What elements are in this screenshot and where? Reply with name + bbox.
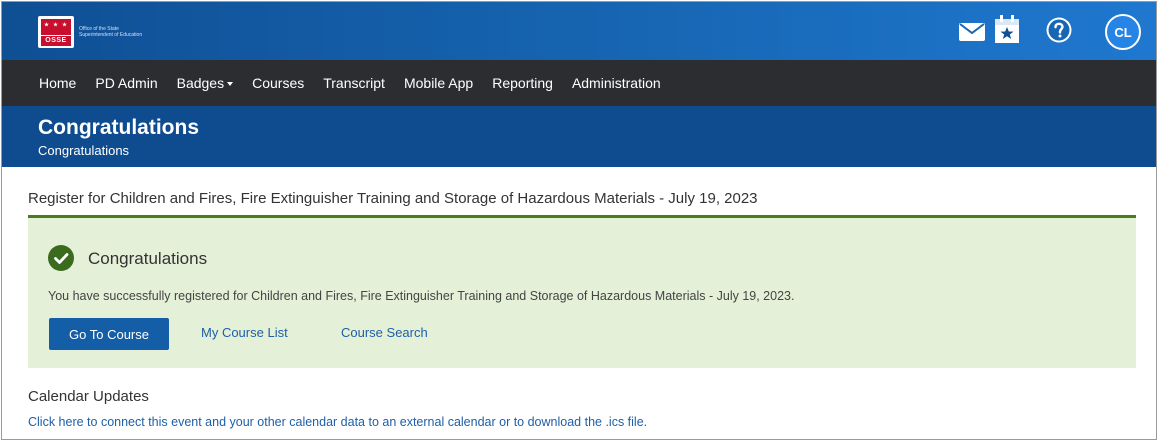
nav-courses[interactable]: Courses — [252, 75, 304, 91]
go-to-course-button[interactable]: Go To Course — [49, 318, 169, 350]
breadcrumb: Congratulations — [38, 143, 130, 158]
calendar-updates-heading: Calendar Updates — [28, 388, 149, 405]
nav-transcript[interactable]: Transcript — [323, 75, 385, 91]
top-bar: OSSE Office of the State Superintendent … — [2, 2, 1156, 60]
nav-mobile-app[interactable]: Mobile App — [404, 75, 473, 91]
calendar-connect-link[interactable]: Click here to connect this event and you… — [28, 415, 647, 429]
help-icon[interactable] — [1046, 17, 1072, 43]
nav-pd-admin[interactable]: PD Admin — [95, 75, 157, 91]
success-panel: Congratulations You have successfully re… — [28, 218, 1136, 368]
calendar-star-icon[interactable] — [995, 15, 1019, 43]
mail-icon[interactable] — [959, 23, 985, 41]
page-title: Congratulations — [38, 116, 199, 139]
nav-badges-label: Badges — [176, 75, 225, 91]
success-title: Congratulations — [88, 249, 208, 268]
logo-text: Office of the State Superintendent of Ed… — [79, 26, 143, 38]
register-title: Register for Children and Fires, Fire Ex… — [28, 190, 758, 207]
chevron-down-icon — [227, 82, 234, 87]
nav-reporting[interactable]: Reporting — [492, 75, 553, 91]
logo-mark: OSSE — [38, 16, 74, 48]
check-circle-icon — [48, 245, 74, 271]
page-header: Congratulations Congratulations — [2, 106, 1156, 167]
osse-logo[interactable]: OSSE Office of the State Superintendent … — [38, 16, 149, 48]
nav-administration[interactable]: Administration — [572, 75, 661, 91]
logo-word: OSSE — [41, 36, 71, 46]
nav-badges[interactable]: Badges — [176, 75, 234, 91]
flag-graphic — [41, 19, 71, 35]
nav-home[interactable]: Home — [39, 75, 76, 91]
my-course-list-link[interactable]: My Course List — [201, 325, 288, 340]
main-nav: Home PD Admin Badges Courses Transcript … — [2, 60, 1156, 106]
user-avatar[interactable]: CL — [1105, 14, 1141, 50]
success-message: You have successfully registered for Chi… — [48, 289, 795, 303]
app-frame: OSSE Office of the State Superintendent … — [1, 1, 1157, 440]
course-search-link[interactable]: Course Search — [341, 325, 428, 340]
